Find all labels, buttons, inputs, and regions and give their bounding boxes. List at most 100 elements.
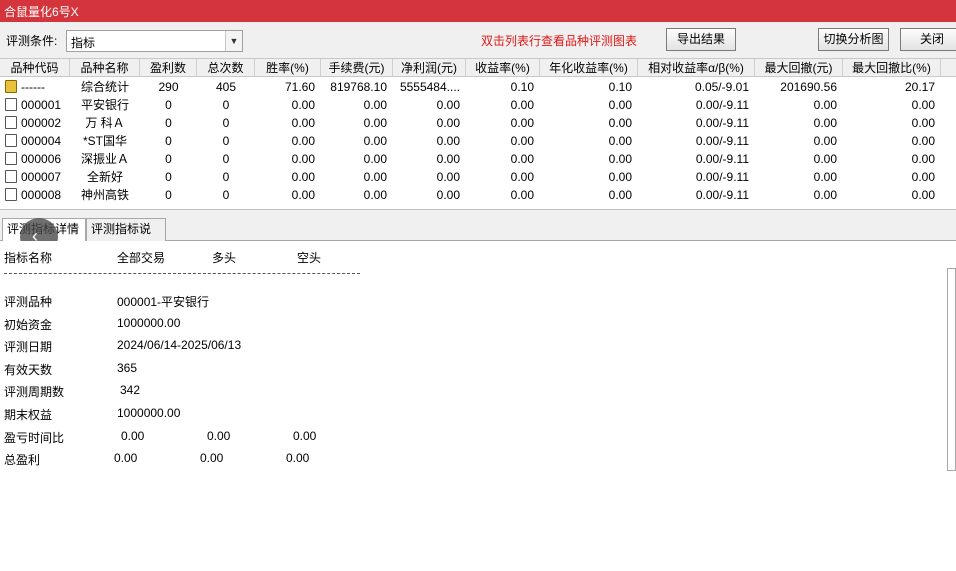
cell-net-profit: 0.00 xyxy=(436,152,460,166)
col-header-alpha-beta[interactable]: 相对收益率α/β(%) xyxy=(638,59,755,77)
condition-select-value: 指标 xyxy=(71,36,96,50)
detail-label: 总盈利 xyxy=(4,453,41,467)
cell-profit-count: 0 xyxy=(165,170,172,184)
cell-code: 000008 xyxy=(21,188,62,202)
cell-max-drawdown: 0.00 xyxy=(813,170,837,184)
title-bar: 合鼠量化6号X xyxy=(0,0,956,22)
table-row[interactable]: 000004 *ST国华 0 0 0.00 0.00 0.00 0.00 0.0… xyxy=(0,132,956,150)
chevron-down-icon[interactable]: ▼ xyxy=(225,31,242,51)
cell-alpha-beta: 0.05/-9.01 xyxy=(694,80,749,94)
cell-max-drawdown-ratio: 0.00 xyxy=(911,170,935,184)
cell-annual-return: 0.00 xyxy=(608,98,632,112)
cell-win-rate: 0.00 xyxy=(291,152,315,166)
cell-total: 0 xyxy=(222,134,230,148)
cell-code: 000006 xyxy=(21,152,62,166)
condition-label: 评测条件: xyxy=(6,34,58,48)
cell-max-drawdown: 0.00 xyxy=(813,188,837,202)
cell-alpha-beta: 0.00/-9.11 xyxy=(695,98,749,112)
tab-description[interactable]: 评测指标说明 xyxy=(86,218,166,257)
col-header-max-drawdown-ratio[interactable]: 最大回撤比(%) xyxy=(843,59,941,77)
col-header-annual-return[interactable]: 年化收益率(%) xyxy=(540,59,638,77)
cell-return: 0.10 xyxy=(510,80,534,94)
detail-header-name: 指标名称 xyxy=(4,251,53,265)
cell-profit-count: 0 xyxy=(165,188,172,202)
folder-icon xyxy=(5,80,17,93)
document-icon xyxy=(5,116,17,129)
cell-fee: 0.00 xyxy=(363,170,387,184)
cell-name: 神州高铁 xyxy=(80,188,129,202)
detail-value-short: 0.00 xyxy=(293,429,317,443)
cell-return: 0.00 xyxy=(510,98,534,112)
col-header-total[interactable]: 总次数 xyxy=(197,59,255,77)
col-header-code[interactable]: 品种代码 xyxy=(0,59,70,77)
cell-max-drawdown-ratio: 0.00 xyxy=(911,152,935,166)
cell-profit-count: 0 xyxy=(165,152,172,166)
table-row[interactable]: 000002 万 科Ａ 0 0 0.00 0.00 0.00 0.00 0.00… xyxy=(0,114,956,132)
toolbar: 评测条件: 指标 ▼ 双击列表行查看品种评测图表 导出结果 切换分析图 关闭 xyxy=(0,22,956,58)
cell-net-profit: 0.00 xyxy=(436,98,460,112)
col-header-name[interactable]: 品种名称 xyxy=(70,59,140,77)
cell-code: 000002 xyxy=(21,116,62,130)
detail-value: 0.00 xyxy=(114,451,138,465)
table-row[interactable]: 000001 平安银行 0 0 0.00 0.00 0.00 0.00 0.00… xyxy=(0,96,956,114)
hint-text: 双击列表行查看品种评测图表 xyxy=(481,34,638,48)
vertical-scrollbar[interactable] xyxy=(947,268,956,471)
cell-code: 000001 xyxy=(21,98,62,112)
cell-win-rate: 0.00 xyxy=(291,98,315,112)
condition-select[interactable]: 指标 ▼ xyxy=(66,30,243,52)
switch-chart-button[interactable]: 切换分析图 xyxy=(818,28,889,51)
cell-max-drawdown-ratio: 0.00 xyxy=(911,116,935,130)
col-header-fee[interactable]: 手续费(元) xyxy=(321,59,393,77)
detail-label: 评测日期 xyxy=(4,340,53,354)
cell-annual-return: 0.00 xyxy=(608,134,632,148)
cell-alpha-beta: 0.00/-9.11 xyxy=(695,116,749,130)
results-table: 品种代码 品种名称 盈利数 总次数 胜率(%) 手续费(元) 净利润(元) 收益… xyxy=(0,58,956,210)
export-button[interactable]: 导出结果 xyxy=(666,28,736,51)
detail-header-short: 空头 xyxy=(297,251,322,265)
cell-name: 平安银行 xyxy=(80,98,129,112)
detail-value: 365 xyxy=(117,361,138,375)
cell-code: 000007 xyxy=(21,170,62,184)
cell-net-profit: 0.00 xyxy=(436,134,460,148)
cell-return: 0.00 xyxy=(510,188,534,202)
window-title: 合鼠量化6号X xyxy=(4,5,79,19)
cell-net-profit: 0.00 xyxy=(436,170,460,184)
detail-label: 评测周期数 xyxy=(4,385,65,399)
table-row[interactable]: 000007 全新好 0 0 0.00 0.00 0.00 0.00 0.00 … xyxy=(0,168,956,186)
cell-win-rate: 0.00 xyxy=(291,188,315,202)
cell-name: 综合统计 xyxy=(80,80,129,94)
cell-annual-return: 0.00 xyxy=(608,170,632,184)
cell-net-profit: 0.00 xyxy=(436,188,460,202)
col-header-profit-count[interactable]: 盈利数 xyxy=(140,59,197,77)
detail-value-short: 0.00 xyxy=(286,451,310,465)
cell-profit-count: 290 xyxy=(158,80,179,94)
close-button[interactable]: 关闭 xyxy=(900,28,956,51)
detail-value: 1000000.00 xyxy=(117,406,181,420)
col-header-net-profit[interactable]: 净利润(元) xyxy=(393,59,466,77)
detail-panel: 指标名称 全部交易 多头 空头 评测品种 000001-平安银行 初始资金 10… xyxy=(0,241,956,571)
cell-max-drawdown: 201690.56 xyxy=(780,80,837,94)
cell-net-profit: 5555484.... xyxy=(399,80,460,94)
cell-code: 000004 xyxy=(21,134,62,148)
cell-annual-return: 0.00 xyxy=(608,116,632,130)
cell-net-profit: 0.00 xyxy=(436,116,460,130)
cell-profit-count: 0 xyxy=(165,116,172,130)
cell-total: 405 xyxy=(215,80,237,94)
cell-max-drawdown: 0.00 xyxy=(813,98,837,112)
table-row[interactable]: 000008 神州高铁 0 0 0.00 0.00 0.00 0.00 0.00… xyxy=(0,186,956,204)
detail-label: 盈亏时间比 xyxy=(4,431,65,445)
cell-return: 0.00 xyxy=(510,170,534,184)
cell-fee: 0.00 xyxy=(363,188,387,202)
col-header-return[interactable]: 收益率(%) xyxy=(466,59,540,77)
cell-name: 深振业Ａ xyxy=(80,152,129,166)
table-row-summary[interactable]: ------ 综合统计 290 405 71.60 819768.10 5555… xyxy=(0,78,956,96)
col-header-win-rate[interactable]: 胜率(%) xyxy=(255,59,321,77)
cell-alpha-beta: 0.00/-9.11 xyxy=(695,188,749,202)
detail-value-long: 0.00 xyxy=(200,451,224,465)
detail-value: 2024/06/14-2025/06/13 xyxy=(117,338,242,352)
cell-name: *ST国华 xyxy=(82,134,127,148)
col-header-max-drawdown[interactable]: 最大回撤(元) xyxy=(755,59,843,77)
document-icon xyxy=(5,170,17,183)
table-row[interactable]: 000006 深振业Ａ 0 0 0.00 0.00 0.00 0.00 0.00… xyxy=(0,150,956,168)
cell-fee: 0.00 xyxy=(363,116,387,130)
